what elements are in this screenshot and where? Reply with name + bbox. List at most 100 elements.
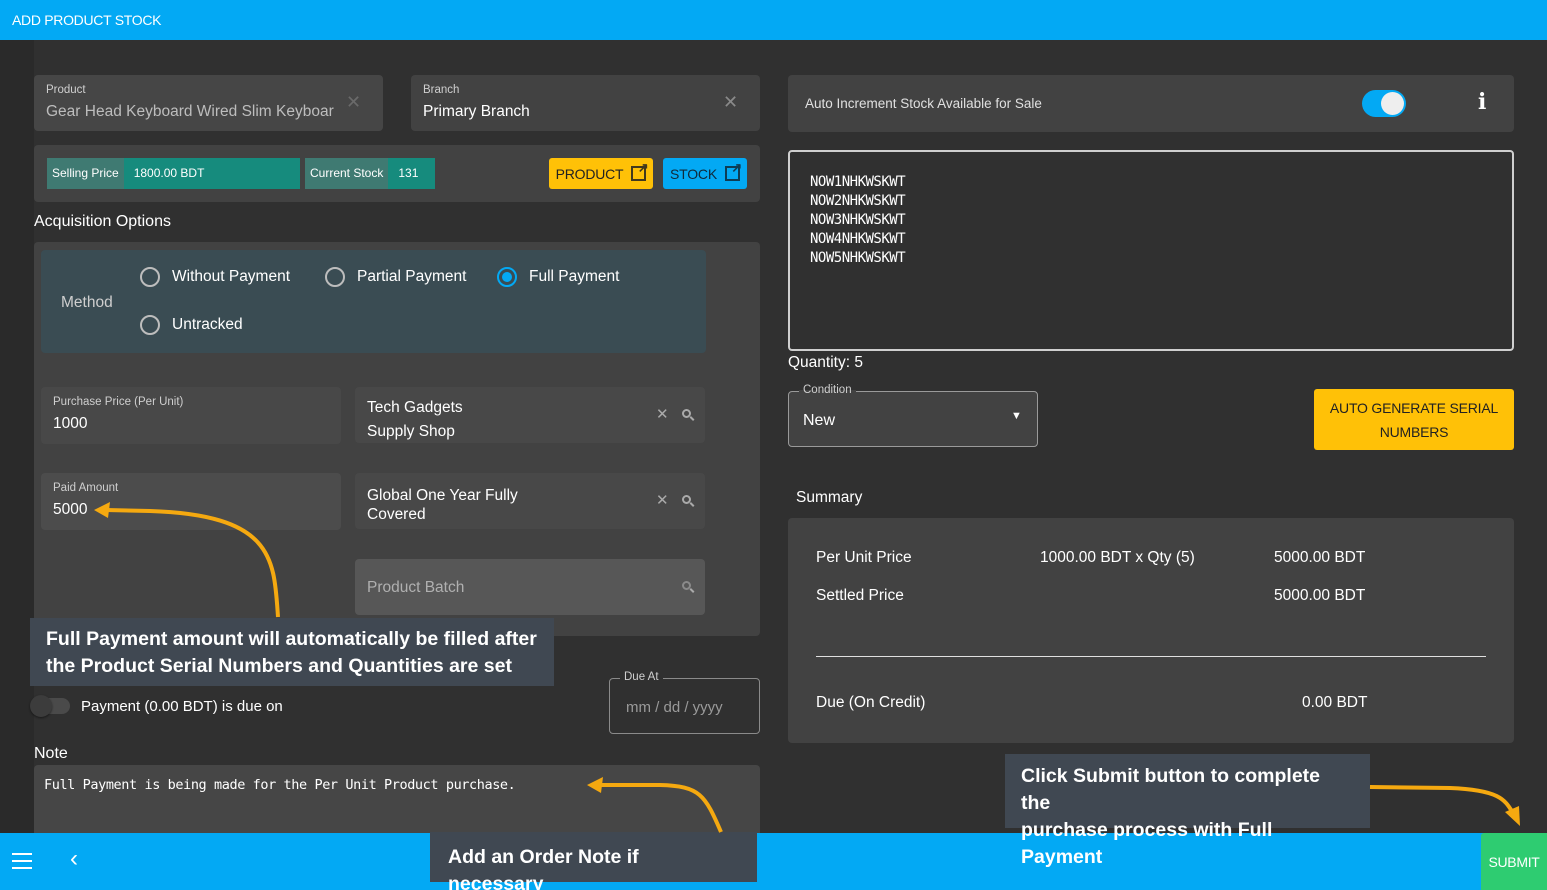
note-label: Note: [34, 745, 68, 762]
search-supplier-icon[interactable]: [682, 409, 691, 418]
warranty-value-line2: Covered: [367, 506, 426, 523]
external-link-icon: [631, 160, 648, 181]
method-label: Method: [61, 294, 113, 311]
toggle-knob: [1381, 92, 1404, 115]
serial-number: NOW1NHKWSKWT: [810, 174, 906, 190]
auto-increment-toggle[interactable]: [1362, 90, 1406, 117]
callout-text: Full Payment amount will automatically b…: [46, 628, 537, 650]
warranty-value-line1: Global One Year Fully: [367, 487, 518, 504]
product-link-button[interactable]: PRODUCT: [549, 158, 653, 189]
radio-without-payment[interactable]: Without Payment: [140, 267, 290, 287]
callout-submit: Click Submit button to complete the purc…: [1005, 754, 1370, 868]
external-link-icon: [724, 160, 742, 181]
radio-circle-icon: [140, 267, 160, 287]
branch-field[interactable]: Branch Primary Branch ✕: [411, 75, 760, 131]
clear-warranty-icon[interactable]: ✕: [656, 491, 669, 509]
condition-label: Condition: [799, 384, 856, 396]
product-label: Product: [46, 84, 86, 96]
back-chevron-icon[interactable]: ‹: [70, 845, 78, 873]
selling-price-label: Selling Price: [47, 158, 124, 189]
radio-label: Without Payment: [172, 268, 291, 285]
radio-full-payment[interactable]: Full Payment: [497, 267, 619, 287]
radio-label: Full Payment: [529, 268, 620, 285]
summary-divider: [816, 656, 1486, 657]
callout-text: Add an Order Note if necessary: [448, 846, 639, 890]
product-batch-placeholder: Product Batch: [367, 579, 465, 596]
clear-product-icon[interactable]: ✕: [346, 92, 361, 113]
per-unit-total: 5000.00 BDT: [1274, 549, 1366, 566]
radio-untracked[interactable]: Untracked: [140, 315, 243, 335]
serial-number: NOW4NHKWSKWT: [810, 231, 906, 247]
summary-title: Summary: [796, 489, 863, 506]
product-batch-field[interactable]: Product Batch: [355, 559, 705, 615]
arrow-to-submit: [1369, 785, 1515, 815]
callout-text: the Product Serial Numbers and Quantitie…: [46, 655, 512, 677]
product-value: Gear Head Keyboard Wired Slim Keyboar: [46, 103, 334, 120]
selling-price-value: 1800.00 BDT: [123, 158, 300, 189]
current-stock-label: Current Stock: [305, 158, 389, 189]
product-info-card: Selling Price 1800.00 BDT Current Stock …: [34, 145, 760, 202]
supplier-value-line2: Supply Shop: [367, 423, 455, 440]
selling-price-chip: Selling Price 1800.00 BDT: [47, 158, 300, 189]
current-stock-chip: Current Stock 131: [305, 158, 436, 189]
branch-value: Primary Branch: [423, 103, 530, 120]
supplier-value-line1: Tech Gadgets: [367, 399, 463, 416]
condition-select[interactable]: Condition New ▼: [788, 384, 1038, 447]
paid-amount-label: Paid Amount: [53, 482, 119, 494]
app-header: ADD PRODUCT STOCK: [0, 0, 1547, 40]
callout-order-note: Add an Order Note if necessary: [430, 832, 757, 890]
radio-partial-payment[interactable]: Partial Payment: [325, 267, 466, 287]
callout-text: purchase process with Full Payment: [1021, 819, 1273, 868]
radio-selected-icon: [497, 267, 517, 287]
payment-due-toggle[interactable]: [30, 695, 70, 717]
info-icon[interactable]: i: [1478, 89, 1486, 115]
auto-increment-label: Auto Increment Stock Available for Sale: [805, 96, 1042, 111]
settled-price-label: Settled Price: [816, 587, 904, 604]
arrowhead-submit: [1505, 806, 1520, 826]
radio-circle-icon: [140, 315, 160, 335]
paid-amount-field[interactable]: Paid Amount 5000: [41, 473, 341, 530]
settled-price-value: 5000.00 BDT: [1274, 587, 1366, 604]
clear-supplier-icon[interactable]: ✕: [656, 405, 669, 423]
branch-label: Branch: [423, 84, 460, 96]
due-at-placeholder: mm / dd / yyyy: [626, 699, 723, 716]
stock-button-label: STOCK: [670, 165, 717, 182]
search-warranty-icon[interactable]: [682, 495, 691, 504]
product-field[interactable]: Product Gear Head Keyboard Wired Slim Ke…: [34, 75, 383, 131]
purchase-price-value: 1000: [53, 415, 88, 432]
payment-method-group: Method Without Payment Partial Payment F…: [41, 250, 706, 353]
serial-number: NOW5NHKWSKWT: [810, 250, 906, 266]
callout-paid-amount: Full Payment amount will automatically b…: [30, 618, 554, 686]
supplier-field[interactable]: Tech Gadgets Supply Shop ✕: [355, 387, 705, 443]
clear-branch-icon[interactable]: ✕: [723, 92, 738, 113]
product-button-label: PRODUCT: [555, 165, 624, 182]
submit-label: SUBMIT: [1488, 853, 1540, 870]
due-at-field[interactable]: Due At mm / dd / yyyy: [609, 671, 760, 734]
left-gutter: [0, 40, 34, 833]
due-at-label: Due At: [620, 671, 663, 683]
radio-circle-icon: [325, 267, 345, 287]
current-stock-value: 131: [388, 158, 436, 189]
callout-text: Click Submit button to complete the: [1021, 765, 1321, 814]
serial-numbers-textarea[interactable]: NOW1NHKWSKWT NOW2NHKWSKWT NOW3NHKWSKWT N…: [788, 150, 1514, 351]
submit-button[interactable]: SUBMIT: [1481, 833, 1547, 890]
per-unit-price-label: Per Unit Price: [816, 549, 912, 566]
serial-number: NOW2NHKWSKWT: [810, 193, 906, 209]
purchase-price-field[interactable]: Purchase Price (Per Unit) 1000: [41, 387, 341, 444]
paid-amount-value: 5000: [53, 501, 88, 518]
note-value: Full Payment is being made for the Per U…: [44, 777, 516, 793]
quantity-text: Quantity: 5: [788, 354, 863, 371]
toggle-knob: [30, 695, 52, 717]
auto-generate-label: AUTO GENERATE SERIAL NUMBERS: [1329, 399, 1499, 440]
stock-link-button[interactable]: STOCK: [663, 158, 747, 189]
auto-generate-serial-button[interactable]: AUTO GENERATE SERIAL NUMBERS: [1314, 389, 1514, 450]
radio-label: Partial Payment: [357, 268, 467, 285]
search-batch-icon[interactable]: [682, 581, 691, 590]
purchase-price-label: Purchase Price (Per Unit): [53, 396, 184, 408]
warranty-field[interactable]: Global One Year Fully Covered ✕: [355, 473, 705, 529]
serial-number-list: NOW1NHKWSKWT NOW2NHKWSKWT NOW3NHKWSKWT N…: [810, 173, 906, 268]
auto-increment-row: Auto Increment Stock Available for Sale …: [788, 75, 1514, 132]
per-unit-calc: 1000.00 BDT x Qty (5): [1040, 549, 1195, 566]
page-title: ADD PRODUCT STOCK: [12, 12, 162, 28]
menu-icon[interactable]: [12, 853, 32, 869]
